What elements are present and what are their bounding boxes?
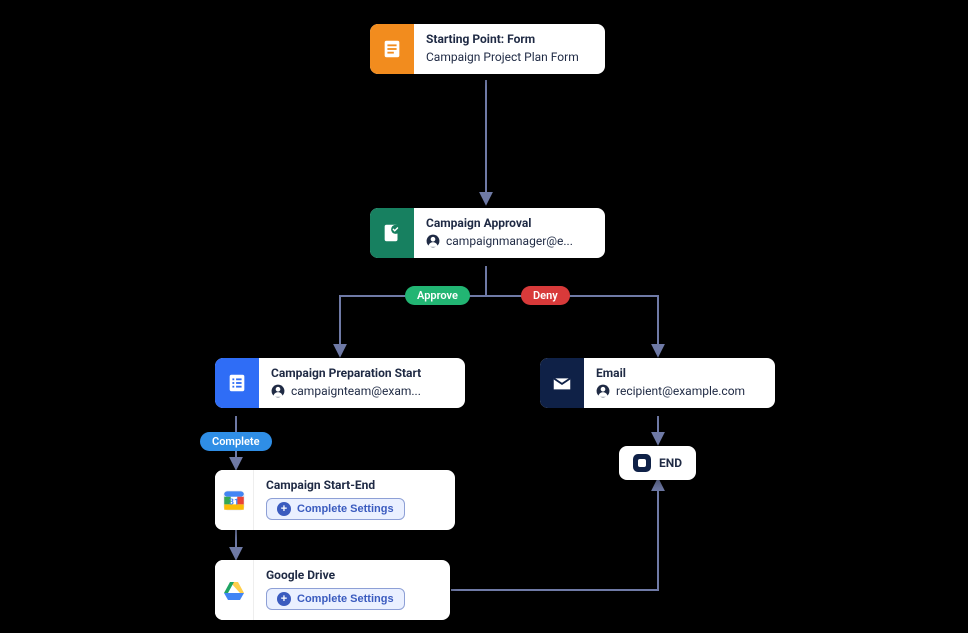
- node-subtitle: campaignteam@exam...: [271, 384, 453, 398]
- connectors: [0, 0, 968, 633]
- checklist-icon: [215, 358, 259, 408]
- node-subtitle: campaignmanager@e...: [426, 234, 593, 248]
- end-label: END: [659, 456, 682, 470]
- node-title: Campaign Approval: [426, 216, 593, 230]
- approval-icon: [370, 208, 414, 258]
- node-title: Campaign Preparation Start: [271, 366, 453, 380]
- plus-icon: +: [277, 592, 291, 606]
- pill-deny: Deny: [521, 286, 570, 305]
- complete-settings-button[interactable]: +Complete Settings: [266, 588, 405, 610]
- node-preparation[interactable]: Campaign Preparation Start campaignteam@…: [215, 358, 465, 408]
- node-title: Campaign Start-End: [266, 478, 443, 492]
- plus-icon: +: [277, 502, 291, 516]
- node-calendar[interactable]: 31 Campaign Start-End +Complete Settings: [215, 470, 455, 530]
- svg-text:31: 31: [229, 497, 239, 507]
- node-title: Starting Point: Form: [426, 32, 593, 46]
- form-icon: [370, 24, 414, 74]
- user-icon: [426, 234, 440, 248]
- stop-icon: [633, 454, 651, 472]
- node-start[interactable]: Starting Point: Form Campaign Project Pl…: [370, 24, 605, 74]
- drive-icon: [215, 560, 254, 620]
- node-title: Google Drive: [266, 568, 438, 582]
- node-subtitle: recipient@example.com: [596, 384, 763, 398]
- node-title: Email: [596, 366, 763, 380]
- pill-approve: Approve: [405, 286, 470, 305]
- user-icon: [596, 384, 610, 398]
- node-subtitle: Campaign Project Plan Form: [426, 50, 593, 64]
- node-approval[interactable]: Campaign Approval campaignmanager@e...: [370, 208, 605, 258]
- workflow-canvas: Starting Point: Form Campaign Project Pl…: [0, 0, 968, 633]
- user-icon: [271, 384, 285, 398]
- calendar-icon: 31: [215, 470, 254, 530]
- node-end[interactable]: END: [619, 446, 696, 480]
- node-email[interactable]: Email recipient@example.com: [540, 358, 775, 408]
- email-icon: [540, 358, 584, 408]
- pill-complete: Complete: [200, 432, 272, 451]
- node-drive[interactable]: Google Drive +Complete Settings: [215, 560, 450, 620]
- complete-settings-button[interactable]: +Complete Settings: [266, 498, 405, 520]
